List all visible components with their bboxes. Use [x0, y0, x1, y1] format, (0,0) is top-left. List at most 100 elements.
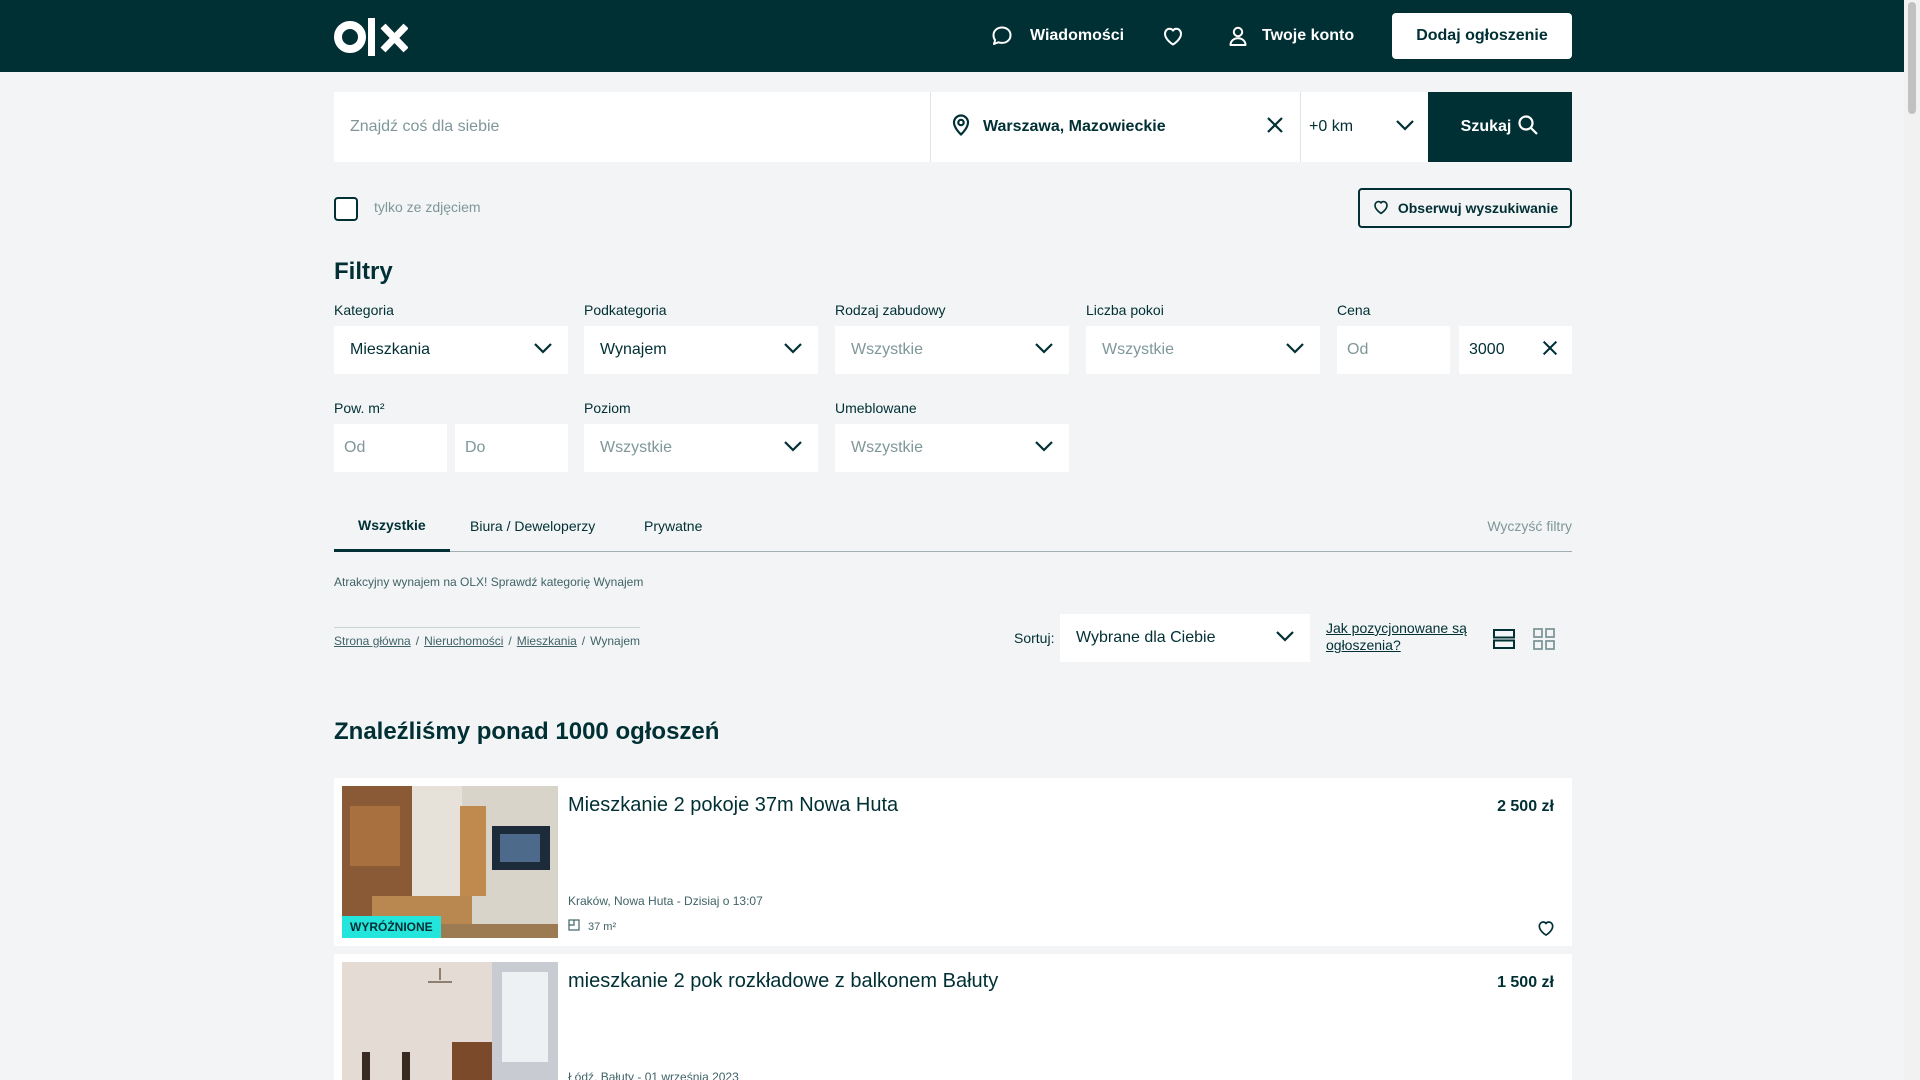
grid-view-icon[interactable] — [1532, 627, 1556, 656]
floor-label: Poziom — [584, 400, 631, 416]
price-label: Cena — [1337, 302, 1371, 318]
messages-label: Wiadomości — [1030, 27, 1125, 44]
floor-value: Wszystkie — [600, 439, 672, 456]
price-from-placeholder: Od — [1347, 341, 1369, 358]
rooms-select[interactable]: Wszystkie — [1086, 326, 1320, 374]
olx-logo[interactable] — [334, 16, 408, 58]
search-button-label: Szukaj — [1460, 118, 1512, 135]
user-icon — [1226, 24, 1250, 48]
clear-filters-link[interactable]: Wyczyść filtry — [1487, 500, 1572, 552]
chat-bubble-icon — [990, 24, 1014, 48]
clear-price-icon[interactable] — [1540, 338, 1560, 363]
category-select[interactable]: Mieszkania — [334, 326, 568, 374]
subcategory-value: Wynajem — [600, 341, 667, 358]
breadcrumb-separator: / — [508, 634, 512, 648]
favorite-heart-icon[interactable] — [1536, 918, 1556, 943]
listing-card[interactable]: mieszkanie 2 pok rozkładowe z balkonem B… — [334, 954, 1572, 1080]
featured-badge: WYRÓŻNIONE — [342, 916, 441, 938]
listing-location-date: Kraków, Nowa Huta - Dzisiaj o 13:07 — [568, 894, 763, 908]
furnished-select[interactable]: Wszystkie — [835, 424, 1069, 472]
rooms-value: Wszystkie — [1102, 341, 1174, 358]
listing-photo[interactable]: WYRÓŻNIONE — [342, 786, 558, 938]
area-from-input[interactable]: Od — [334, 424, 447, 472]
photo-only-label[interactable]: tylko ze zdjęciem — [374, 199, 481, 215]
clear-location-icon[interactable] — [1264, 114, 1286, 141]
sort-select[interactable]: Wybrane dla Ciebie — [1060, 614, 1310, 662]
heart-icon — [1372, 198, 1390, 219]
furnished-label: Umeblowane — [835, 400, 917, 416]
search-bar: Warszawa, Mazowieckie +0 km Szukaj — [334, 92, 1572, 162]
add-listing-button[interactable]: Dodaj ogłoszenie — [1392, 13, 1572, 59]
building-type-label: Rodzaj zabudowy — [835, 302, 946, 318]
breadcrumb-real-estate[interactable]: Nieruchomości — [424, 634, 503, 648]
floor-plan-icon — [568, 919, 580, 934]
filters-heading: Filtry — [334, 258, 393, 285]
building-type-value: Wszystkie — [851, 341, 923, 358]
seller-type-tabs: Wszystkie Biura / Deweloperzy Prywatne W… — [334, 500, 1572, 552]
subcategory-label: Podkategoria — [584, 302, 667, 318]
breadcrumb-separator: / — [415, 634, 420, 648]
distance-value: +0 km — [1309, 118, 1354, 135]
floor-select[interactable]: Wszystkie — [584, 424, 818, 472]
chevron-down-icon — [782, 337, 804, 364]
price-from-input[interactable]: Od — [1337, 326, 1450, 374]
listing-location-date: Łódź, Bałuty - 01 września 2023 — [568, 1070, 739, 1080]
results-heading: Znaleźliśmy ponad 1000 ogłoszeń — [334, 718, 720, 745]
furnished-value: Wszystkie — [851, 439, 923, 456]
chevron-down-icon — [1284, 337, 1306, 364]
page-scrollbar[interactable] — [1904, 0, 1920, 1080]
search-input[interactable] — [334, 92, 930, 162]
chevron-down-icon — [532, 337, 554, 364]
area-from-placeholder: Od — [344, 439, 366, 456]
area-label: Pow. m² — [334, 400, 385, 416]
listing-card[interactable]: WYRÓŻNIONE Mieszkanie 2 pokoje 37m Nowa … — [334, 778, 1572, 946]
search-button[interactable]: Szukaj — [1428, 92, 1572, 162]
listing-price: 1 500 zł — [1497, 974, 1554, 991]
building-type-select[interactable]: Wszystkie — [835, 326, 1069, 374]
listing-title[interactable]: Mieszkanie 2 pokoje 37m Nowa Huta — [568, 794, 898, 817]
search-icon — [1517, 114, 1539, 141]
scrollbar-thumb[interactable] — [1908, 2, 1916, 114]
listing-area: 37 m² — [568, 919, 616, 934]
category-label: Kategoria — [334, 302, 394, 318]
tab-all[interactable]: Wszystkie — [334, 500, 450, 552]
list-view-icon[interactable] — [1492, 627, 1516, 656]
chevron-down-icon — [1274, 625, 1296, 652]
price-to-input[interactable]: 3000 — [1459, 326, 1572, 374]
observe-search-label: Obserwuj wyszukiwanie — [1397, 200, 1559, 216]
chevron-down-icon — [1033, 337, 1055, 364]
distance-select[interactable]: +0 km — [1300, 92, 1428, 162]
listing-area-value: 37 m² — [588, 920, 617, 933]
listing-photo[interactable] — [342, 962, 558, 1080]
area-to-placeholder: Do — [465, 439, 486, 456]
tab-business[interactable]: Biura / Deweloperzy — [470, 500, 595, 552]
chevron-down-icon — [782, 435, 804, 462]
promo-text: Atrakcyjny wynajem na OLX! Sprawdź kateg… — [334, 575, 644, 589]
heart-icon — [1161, 24, 1185, 48]
breadcrumb-separator: / — [581, 634, 586, 648]
subcategory-select[interactable]: Wynajem — [584, 326, 818, 374]
category-value: Mieszkania — [350, 341, 431, 358]
positioning-info-link[interactable]: Jak pozycjonowane są ogłoszenia? — [1326, 620, 1476, 654]
breadcrumb-current: Wynajem — [590, 634, 641, 648]
location-pin-icon — [949, 113, 973, 142]
top-navigation-bar: Wiadomości Twoje konto Dodaj ogłoszenie — [0, 0, 1920, 72]
breadcrumb-apartments[interactable]: Mieszkania — [517, 634, 577, 648]
tab-private[interactable]: Prywatne — [644, 500, 702, 552]
photo-only-checkbox[interactable] — [334, 197, 358, 221]
listing-title[interactable]: mieszkanie 2 pok rozkładowe z balkonem B… — [568, 970, 998, 993]
observe-search-button[interactable]: Obserwuj wyszukiwanie — [1358, 188, 1572, 228]
location-field[interactable]: Warszawa, Mazowieckie — [930, 92, 1300, 162]
chevron-down-icon — [1394, 114, 1416, 141]
messages-link[interactable]: Wiadomości — [990, 0, 1124, 72]
account-link[interactable]: Twoje konto — [1226, 0, 1354, 72]
sort-value: Wybrane dla Ciebie — [1076, 629, 1216, 646]
area-to-input[interactable]: Do — [455, 424, 568, 472]
price-to-value: 3000 — [1469, 341, 1505, 358]
favorites-link[interactable] — [1160, 0, 1186, 72]
breadcrumb: Strona główna / Nieruchomości / Mieszkania… — [334, 627, 641, 648]
rooms-label: Liczba pokoi — [1086, 302, 1164, 318]
sort-label: Sortuj: — [1014, 630, 1055, 646]
account-label: Twoje konto — [1262, 27, 1355, 44]
breadcrumb-home[interactable]: Strona główna — [334, 634, 411, 648]
